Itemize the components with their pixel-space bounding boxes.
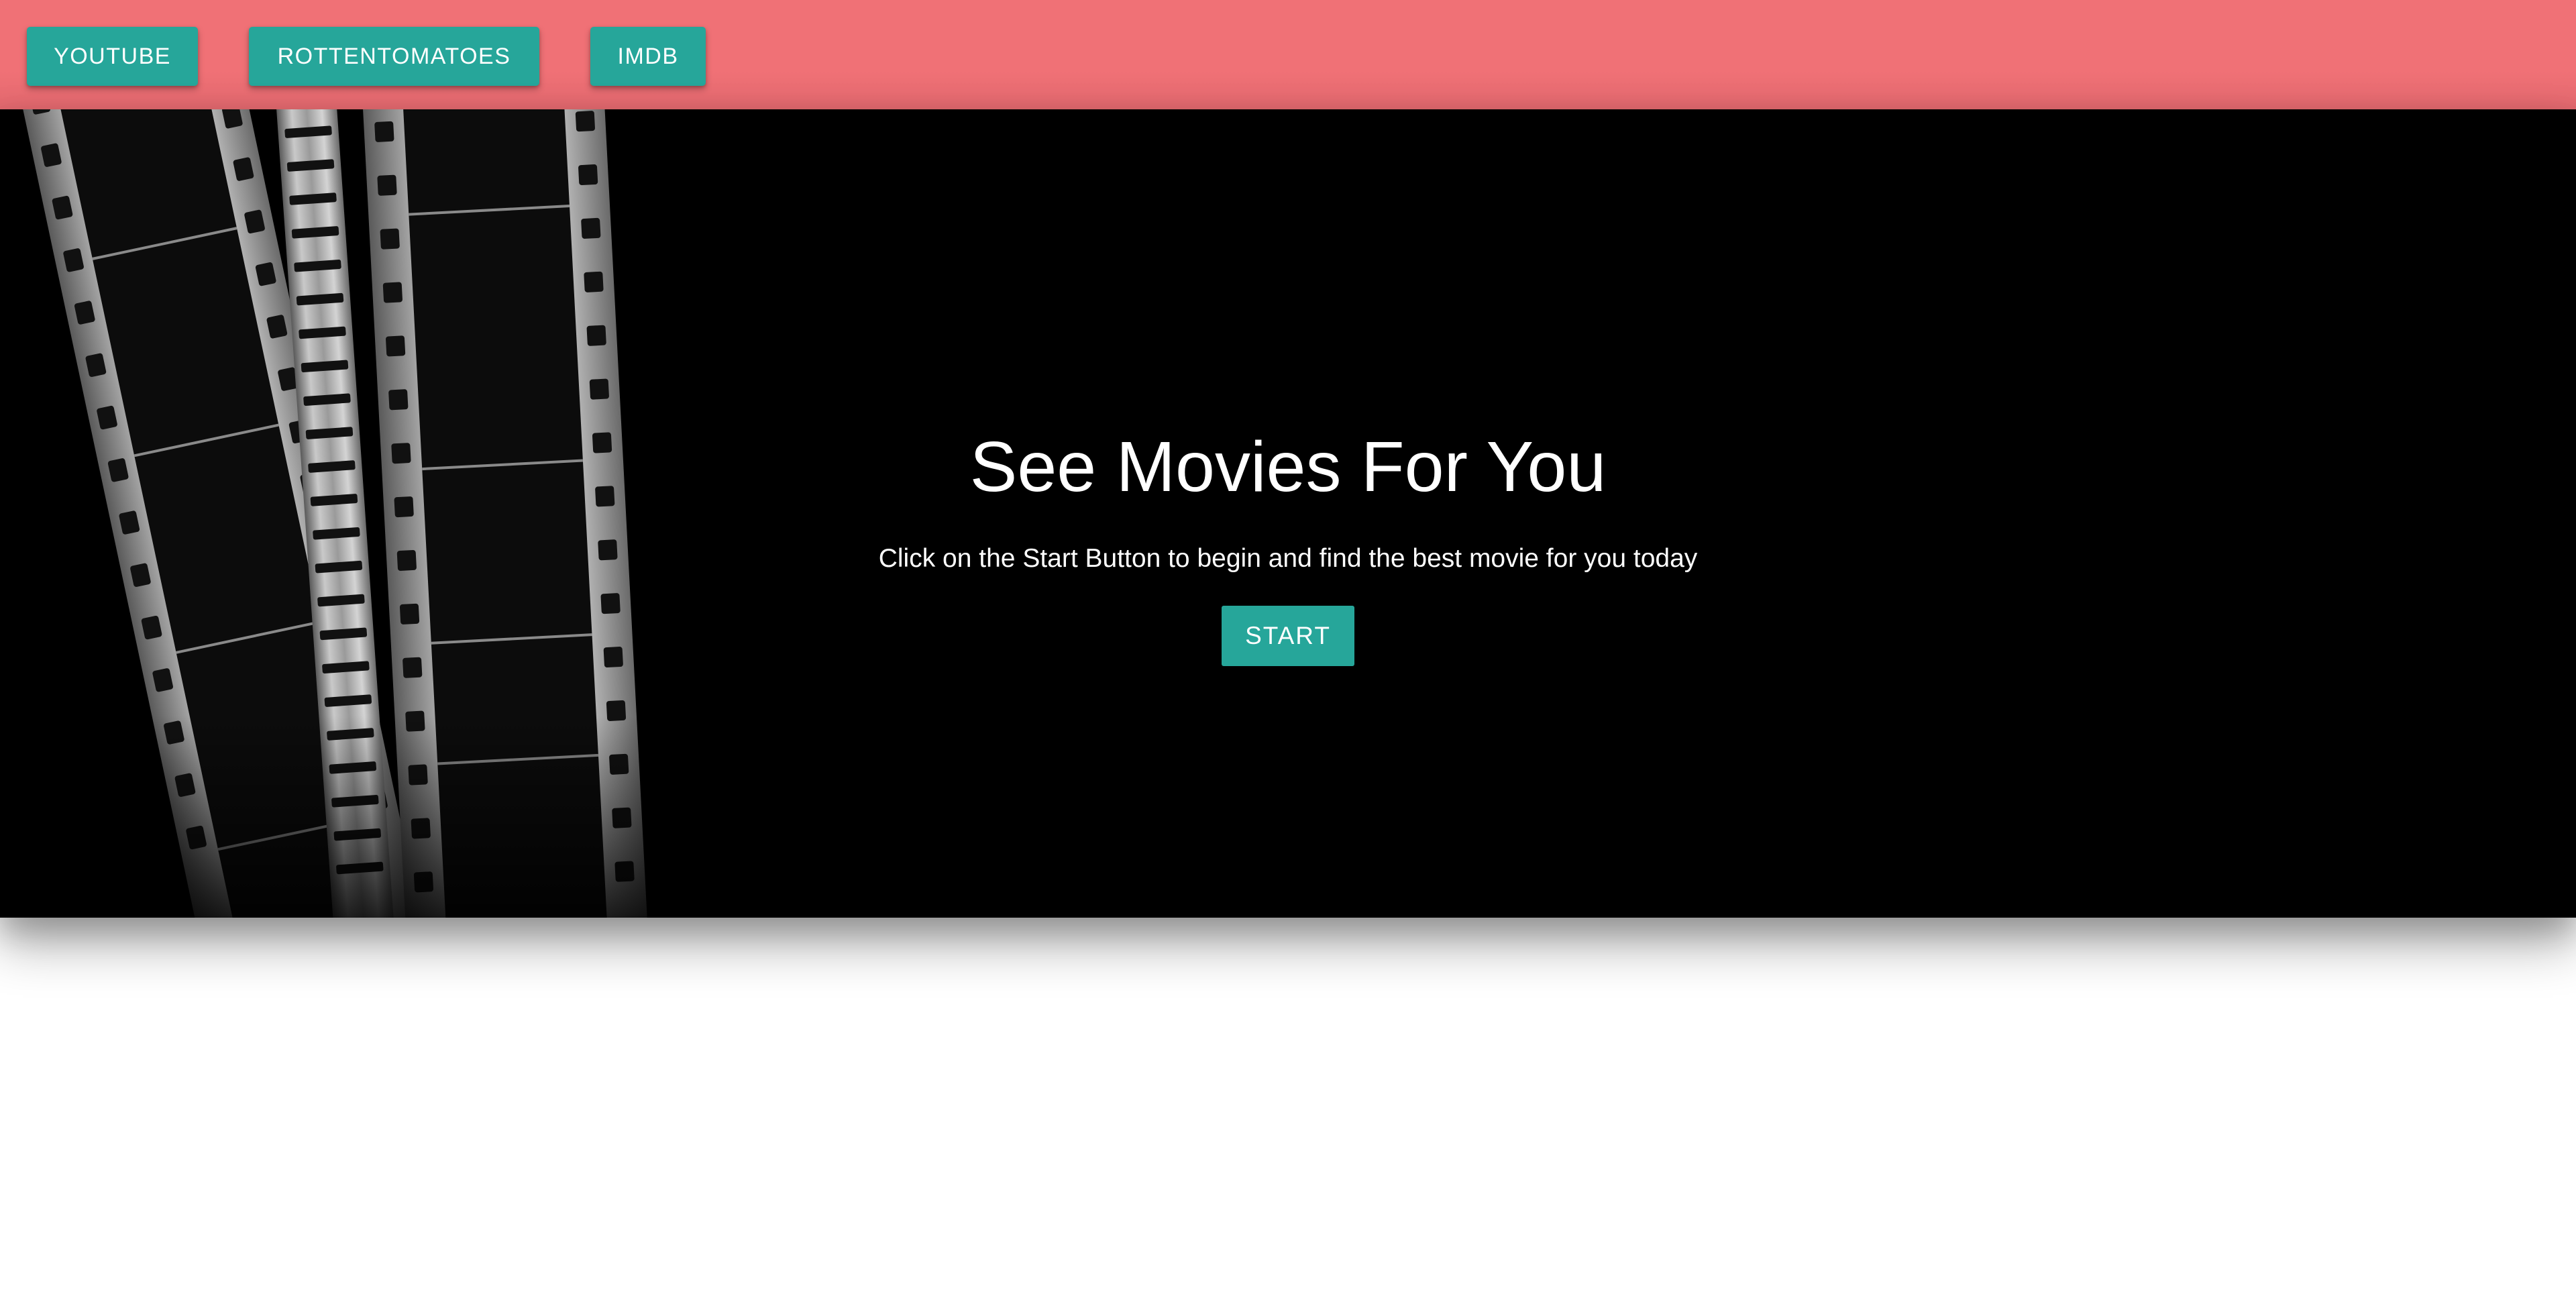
hero-content: See Movies For You Click on the Start Bu… xyxy=(0,109,2576,918)
hero-subtitle: Click on the Start Button to begin and f… xyxy=(878,544,1698,573)
rottentomatoes-button[interactable]: ROTTENTOMATOES xyxy=(249,27,539,86)
imdb-button[interactable]: IMDB xyxy=(590,27,706,86)
hero-title: See Movies For You xyxy=(969,427,1607,506)
youtube-button[interactable]: YOUTUBE xyxy=(27,27,198,86)
start-button[interactable]: START xyxy=(1222,606,1354,666)
hero-section: See Movies For You Click on the Start Bu… xyxy=(0,109,2576,918)
top-navbar: YOUTUBE ROTTENTOMATOES IMDB xyxy=(0,0,2576,109)
